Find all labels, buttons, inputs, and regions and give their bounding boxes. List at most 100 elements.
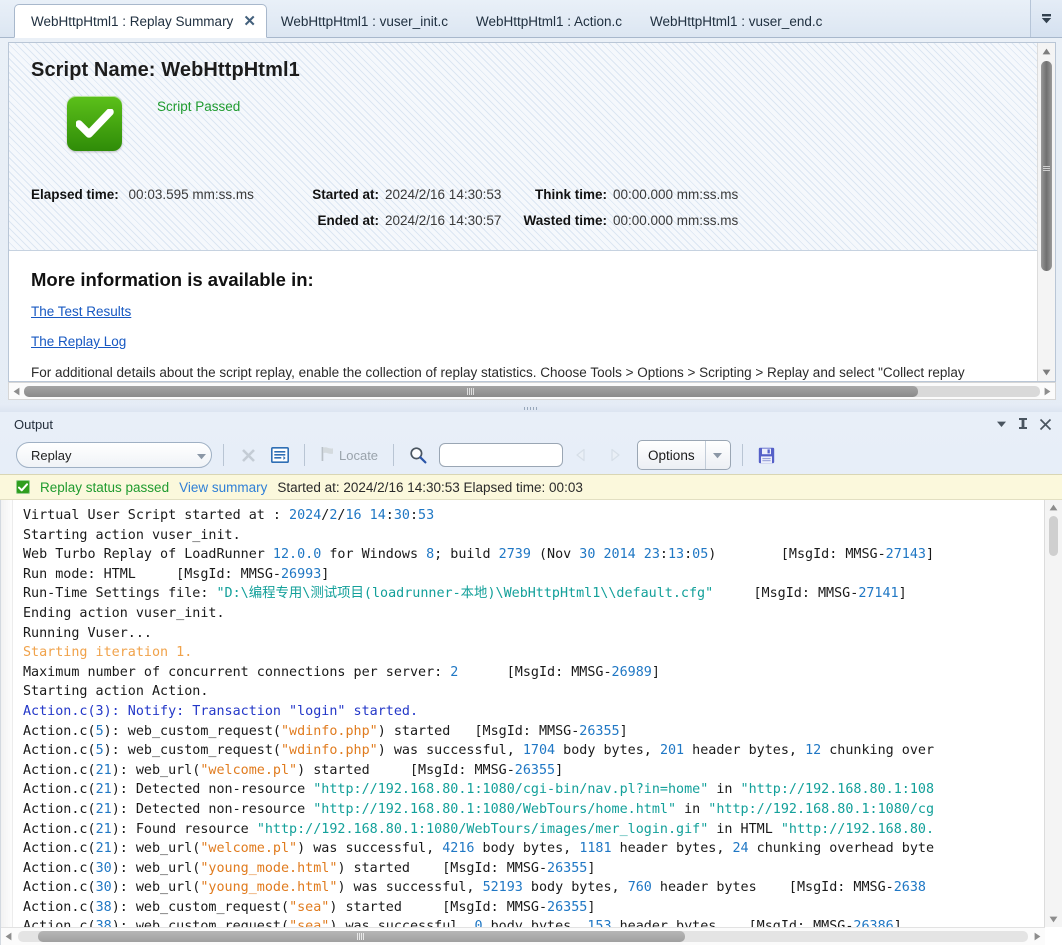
log-scroll-thumb[interactable]: [1049, 516, 1058, 556]
locate-label: Locate: [339, 447, 379, 463]
log-hscroll-track[interactable]: [18, 931, 1028, 942]
summary-hscroll-thumb[interactable]: [24, 385, 919, 397]
close-panel-icon[interactable]: [1034, 414, 1056, 434]
replay-summary-document: Script Name: WebHttpHtml1 Script Passed …: [8, 42, 1056, 382]
toolbar-separator: [304, 444, 305, 466]
scroll-left-arrow-icon[interactable]: [9, 387, 24, 396]
output-log-view[interactable]: Virtual User Script started at : 2024/2/…: [0, 500, 1062, 945]
log-line: Action.c(21): Found resource "http://192…: [23, 821, 935, 837]
tab-label: WebHttpHtml1 : vuser_end.c: [650, 14, 823, 29]
status-row: Script Passed: [31, 96, 1033, 151]
scroll-up-arrow-icon[interactable]: [1045, 500, 1062, 515]
tab-action-c[interactable]: WebHttpHtml1 : Action.c: [462, 6, 636, 37]
tab-vuser-end-c[interactable]: WebHttpHtml1 : vuser_end.c: [636, 6, 836, 37]
output-panel: Output Replay Locate Options Replay stat…: [0, 412, 1062, 945]
elapsed-time-label: Elapsed time:: [31, 187, 119, 202]
tab-vuser-init-c[interactable]: WebHttpHtml1 : vuser_init.c: [267, 6, 462, 37]
think-time-value: 00:00.000 mm:ss.ms: [613, 187, 739, 202]
locate-button[interactable]: Locate: [316, 446, 382, 465]
output-panel-title: Output: [14, 416, 54, 432]
summary-scroll-thumb[interactable]: [1041, 61, 1052, 271]
pane-splitter[interactable]: [0, 404, 1062, 412]
page-title: Script Name: WebHttpHtml1: [31, 59, 300, 81]
timing-table: Elapsed time: 00:03.595 mm:ss.ms Started…: [31, 182, 1045, 234]
find-previous-icon[interactable]: [569, 443, 595, 467]
chevron-down-icon[interactable]: [196, 448, 207, 463]
log-line: Maximum number of concurrent connections…: [23, 664, 660, 680]
scroll-grip-icon: [1043, 166, 1050, 171]
toolbar-separator: [393, 444, 395, 466]
options-label: Options: [648, 447, 695, 463]
replay-status-info: Started at: 2024/2/16 14:30:53 Elapsed t…: [277, 479, 583, 495]
clear-output-icon[interactable]: [235, 443, 261, 467]
log-lines-container: Virtual User Script started at : 2024/2/…: [1, 500, 1045, 945]
scroll-left-arrow-icon[interactable]: [1, 932, 16, 941]
replay-statistics-note: For additional details about the script …: [31, 365, 965, 380]
log-line: Running Vuser...: [23, 625, 152, 641]
scroll-down-arrow-icon[interactable]: [1038, 364, 1055, 381]
link-test-results[interactable]: The Test Results: [31, 304, 131, 319]
save-icon[interactable]: [754, 443, 780, 467]
loadrunner-vugen-window: WebHttpHtml1 : Replay Summary ✕ WebHttpH…: [0, 0, 1062, 945]
word-wrap-icon[interactable]: [267, 443, 293, 467]
link-replay-log[interactable]: The Replay Log: [31, 334, 126, 349]
log-line: Action.c(21): Detected non-resource "htt…: [23, 801, 935, 817]
pin-icon[interactable]: [1012, 414, 1034, 434]
summary-hscroll-track[interactable]: [24, 385, 1040, 397]
tab-label: WebHttpHtml1 : vuser_init.c: [280, 14, 448, 29]
scroll-down-arrow-icon[interactable]: [1045, 912, 1062, 927]
log-line: Starting action vuser_init.: [23, 527, 241, 543]
log-line: Starting iteration 1.: [23, 645, 193, 661]
log-source-select[interactable]: Replay: [16, 442, 212, 468]
tab-overflow-chevron-down-icon[interactable]: [1030, 0, 1062, 37]
view-summary-link[interactable]: View summary: [179, 480, 267, 495]
check-success-icon: [67, 96, 122, 151]
timing-row-1: Elapsed time: 00:03.595 mm:ss.ms Started…: [31, 182, 1045, 208]
log-line: Action.c(21): Detected non-resource "htt…: [23, 782, 934, 798]
think-time-label: Think time:: [534, 187, 607, 202]
scroll-right-arrow-icon[interactable]: [1040, 387, 1055, 396]
log-line: Action.c(5): web_custom_request("wdinfo.…: [23, 743, 935, 759]
log-horizontal-scrollbar[interactable]: [1, 927, 1045, 945]
close-icon[interactable]: ✕: [243, 14, 256, 29]
replay-summary-pane: Script Name: WebHttpHtml1 Script Passed …: [0, 38, 1062, 404]
options-chevron-down-icon[interactable]: [704, 441, 730, 469]
log-line: Action.c(5): web_custom_request("wdinfo.…: [23, 723, 628, 739]
replay-status-text: Replay status passed: [40, 479, 170, 495]
tab-replay-summary[interactable]: WebHttpHtml1 : Replay Summary ✕: [14, 4, 267, 38]
log-line: Action.c(30): web_url("young_mode.html")…: [23, 880, 926, 896]
elapsed-time-value: 00:03.595 mm:ss.ms: [128, 187, 254, 202]
scroll-grip-icon: [357, 933, 366, 940]
replay-status-bar: Replay status passed View summary Starte…: [0, 474, 1062, 500]
check-icon: [16, 480, 30, 494]
log-line: Web Turbo Replay of LoadRunner 12.0.0 fo…: [23, 547, 935, 563]
summary-horizontal-scrollbar[interactable]: [8, 382, 1056, 400]
status-badge: Script Passed: [157, 99, 241, 114]
search-input[interactable]: [440, 444, 563, 466]
log-line: Virtual User Script started at : 2024/2/…: [23, 508, 435, 523]
log-line: Action.c(30): web_url("young_mode.html")…: [23, 860, 596, 876]
panel-menu-chevron-down-icon[interactable]: [990, 414, 1012, 434]
toolbar-separator: [223, 444, 224, 466]
find-next-icon[interactable]: [601, 443, 627, 467]
summary-vertical-scrollbar[interactable]: [1037, 43, 1055, 381]
scroll-up-arrow-icon[interactable]: [1038, 43, 1055, 60]
more-information-title: More information is available in:: [31, 269, 314, 290]
options-button[interactable]: Options: [637, 440, 731, 470]
flag-icon: [320, 446, 335, 465]
scroll-right-arrow-icon[interactable]: [1030, 932, 1045, 941]
summary-header-section: Script Name: WebHttpHtml1 Script Passed …: [9, 43, 1055, 251]
search-input-wrapper[interactable]: [439, 443, 564, 467]
editor-tab-bar: WebHttpHtml1 : Replay Summary ✕ WebHttpH…: [0, 0, 1062, 38]
log-line: Action.c(21): web_url("welcome.pl") was …: [23, 841, 935, 857]
log-hscroll-thumb[interactable]: [38, 931, 685, 942]
search-icon[interactable]: [405, 443, 431, 467]
started-at-value: 2024/2/16 14:30:53: [385, 187, 502, 202]
log-source-value: Replay: [31, 447, 72, 463]
ended-at-label: Ended at:: [317, 213, 379, 228]
wasted-time-value: 00:00.000 mm:ss.ms: [613, 213, 739, 228]
log-line: Run-Time Settings file: "D:\编程专用\测试项目(lo…: [23, 586, 907, 602]
ended-at-value: 2024/2/16 14:30:57: [385, 213, 502, 228]
log-vertical-scrollbar[interactable]: [1044, 500, 1062, 927]
output-toolbar: Replay Locate Options: [0, 436, 1062, 474]
